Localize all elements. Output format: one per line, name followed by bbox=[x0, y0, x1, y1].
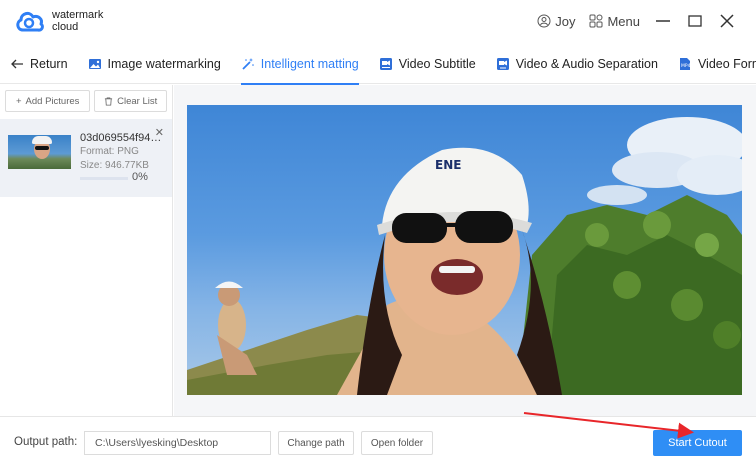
file-thumbnail bbox=[8, 135, 71, 169]
file-name: 03d069554f947d... bbox=[80, 132, 166, 144]
add-pictures-label: Add Pictures bbox=[25, 95, 80, 107]
user-icon bbox=[537, 14, 551, 28]
tab-label: Video & Audio Separation bbox=[515, 56, 658, 71]
svg-text:MP4: MP4 bbox=[681, 63, 691, 69]
file-size: Size: 946.77KB bbox=[80, 160, 149, 171]
tab-label: Image watermarking bbox=[107, 56, 221, 71]
maximize-button[interactable] bbox=[686, 12, 704, 30]
open-folder-button[interactable]: Open folder bbox=[361, 431, 433, 455]
add-pictures-button[interactable]: + Add Pictures bbox=[5, 90, 91, 112]
app-logo: watermark cloud bbox=[14, 8, 112, 34]
output-path-label: Output path: bbox=[14, 436, 78, 448]
arrow-left-icon bbox=[11, 59, 23, 68]
video-audio-icon bbox=[496, 57, 509, 70]
tab-bar: Return Image watermarking Intelligent ma… bbox=[0, 44, 756, 85]
clear-list-label: Clear List bbox=[117, 95, 158, 107]
magic-wand-icon bbox=[242, 57, 254, 70]
plus-icon: + bbox=[15, 95, 22, 107]
start-cutout-button[interactable]: Start Cutout bbox=[653, 430, 742, 456]
file-progress-bar bbox=[80, 177, 128, 180]
output-path-field[interactable]: C:\Users\lyesking\Desktop bbox=[84, 431, 271, 455]
tab-intelligent-matting[interactable]: Intelligent matting bbox=[231, 44, 369, 85]
bottom-bar: Output path: C:\Users\lyesking\Desktop C… bbox=[0, 416, 756, 466]
cloud-logo-icon bbox=[16, 11, 44, 32]
close-window-button[interactable] bbox=[718, 12, 736, 30]
menu-label: Menu bbox=[607, 13, 640, 29]
close-icon bbox=[720, 14, 734, 28]
tab-image-watermarking[interactable]: Image watermarking bbox=[78, 44, 231, 84]
change-path-button[interactable]: Change path bbox=[278, 431, 354, 455]
logo-text-line1: watermark bbox=[52, 9, 104, 21]
preview-image: ENE bbox=[187, 105, 742, 395]
menu-button[interactable]: Menu bbox=[589, 14, 640, 29]
minimize-button[interactable] bbox=[654, 12, 672, 30]
logo-text-line2: cloud bbox=[52, 21, 79, 33]
tab-label: Video Form bbox=[697, 56, 756, 71]
file-format: Format: PNG bbox=[80, 146, 139, 157]
title-bar: watermark cloud Joy Menu bbox=[0, 0, 756, 44]
tab-video-subtitle[interactable]: Video Subtitle bbox=[369, 44, 486, 84]
tab-video-form[interactable]: MP4 Video Form bbox=[668, 44, 756, 84]
file-list-item[interactable]: 03d069554f947d... ✕ Format: PNG Size: 94… bbox=[0, 119, 172, 197]
tab-label: Video Subtitle bbox=[398, 56, 476, 71]
file-progress-percent: 0% bbox=[132, 171, 148, 183]
grid-menu-icon bbox=[589, 14, 603, 28]
tab-label: Intelligent matting bbox=[260, 56, 359, 71]
minimize-icon bbox=[656, 20, 670, 22]
trash-icon bbox=[105, 96, 113, 106]
tab-video-audio-separation[interactable]: Video & Audio Separation bbox=[486, 44, 668, 84]
maximize-icon bbox=[688, 15, 702, 27]
file-list-panel: + Add Pictures Clear List 03d069554f947d… bbox=[0, 85, 173, 416]
video-subtitle-icon bbox=[379, 57, 392, 70]
image-icon bbox=[88, 58, 101, 69]
preview-area: ENE bbox=[174, 85, 756, 416]
svg-text:ENE: ENE bbox=[435, 158, 461, 172]
user-name: Joy bbox=[555, 13, 576, 29]
tab-label: Return bbox=[30, 56, 68, 71]
user-account[interactable]: Joy bbox=[537, 14, 575, 29]
remove-file-icon[interactable]: ✕ bbox=[155, 126, 164, 139]
mp4-icon: MP4 bbox=[679, 57, 691, 70]
clear-list-button[interactable]: Clear List bbox=[94, 90, 167, 112]
tab-return[interactable]: Return bbox=[0, 44, 78, 84]
